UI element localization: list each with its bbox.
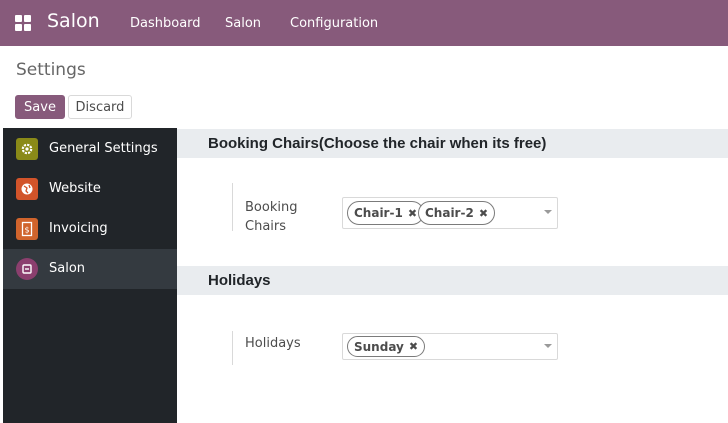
remove-tag-icon[interactable]: ✖ [408, 207, 417, 220]
tag-chair-1: Chair-1 ✖ [347, 201, 425, 225]
gear-icon [16, 138, 38, 160]
holidays-tag-field[interactable]: Sunday ✖ [342, 333, 558, 360]
invoice-icon: $ [16, 218, 38, 240]
tag-chair-2: Chair-2 ✖ [418, 201, 496, 225]
app-brand[interactable]: Salon [47, 10, 100, 32]
dropdown-caret-icon[interactable] [544, 210, 552, 214]
tag-label: Chair-2 [425, 206, 474, 220]
save-button[interactable]: Save [15, 95, 65, 119]
nav-dashboard[interactable]: Dashboard [130, 16, 201, 31]
settings-sidebar: General Settings Website $ Invoicing Sal… [0, 128, 177, 423]
tag-sunday: Sunday ✖ [347, 336, 426, 357]
sidebar-item-label: Invoicing [49, 221, 108, 236]
section-title-holidays: Holidays [177, 266, 728, 295]
remove-tag-icon[interactable]: ✖ [409, 340, 418, 353]
sidebar-item-website[interactable]: Website [3, 169, 177, 209]
setting-label-holidays: Holidays [245, 334, 325, 353]
booking-chairs-tag-field[interactable]: Chair-1 ✖ Chair-2 ✖ [342, 197, 558, 229]
nav-salon[interactable]: Salon [225, 16, 261, 31]
tag-label: Chair-1 [354, 206, 403, 220]
setting-label-line: Chairs [245, 219, 287, 234]
sidebar-item-label: Salon [49, 261, 86, 276]
salon-icon [16, 258, 38, 280]
remove-tag-icon[interactable]: ✖ [479, 207, 488, 220]
setting-label-line: Holidays [245, 336, 301, 351]
section-title-booking-chairs: Booking Chairs(Choose the chair when its… [177, 129, 728, 158]
nav-configuration[interactable]: Configuration [290, 16, 378, 31]
tag-label: Sunday [354, 339, 404, 354]
apps-menu-icon[interactable] [15, 15, 31, 31]
discard-button[interactable]: Discard [68, 95, 132, 119]
dropdown-caret-icon[interactable] [544, 344, 552, 348]
top-navbar: Salon Dashboard Salon Configuration [0, 0, 728, 46]
sidebar-item-label: General Settings [49, 141, 158, 156]
setting-divider [232, 331, 233, 365]
setting-label-booking-chairs: Booking Chairs [245, 198, 325, 236]
globe-icon [16, 178, 38, 200]
setting-label-line: Booking [245, 200, 298, 215]
sidebar-item-label: Website [49, 181, 101, 196]
sidebar-item-salon[interactable]: Salon [3, 249, 177, 289]
sidebar-item-general-settings[interactable]: General Settings [3, 129, 177, 169]
sidebar-item-invoicing[interactable]: $ Invoicing [3, 209, 177, 249]
svg-text:$: $ [24, 226, 29, 235]
page-title: Settings [16, 60, 86, 80]
setting-divider [232, 183, 233, 231]
